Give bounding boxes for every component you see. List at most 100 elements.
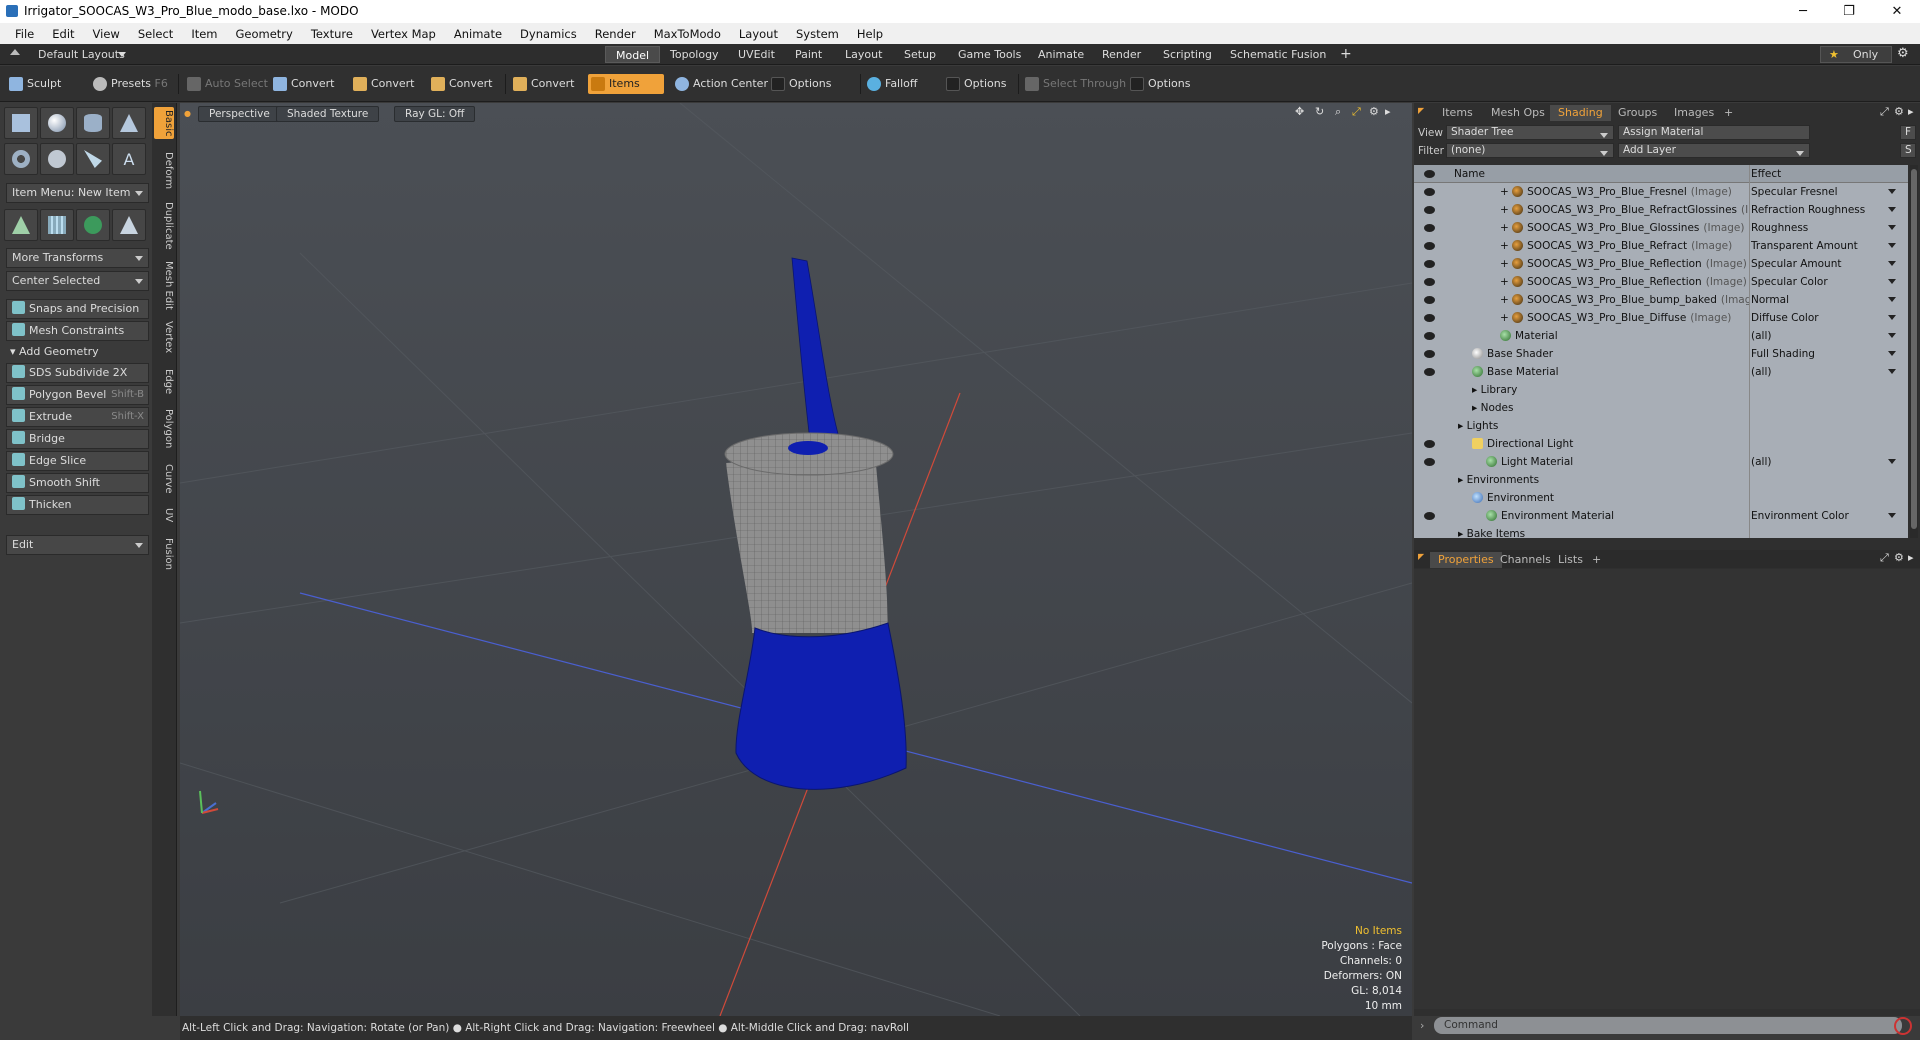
add-geometry-header[interactable]: ▾ Add Geometry (10, 345, 99, 358)
viewport-gear-icon[interactable]: ⚙ (1369, 105, 1379, 118)
sphere-icon[interactable] (40, 107, 74, 139)
tab-model[interactable]: Model (605, 46, 661, 63)
shader-tree-row[interactable]: + SOOCAS_W3_Pro_Blue_Glossines (Image) Rou… (1414, 219, 1908, 237)
panel-arrow-icon[interactable]: ▸ (1908, 105, 1914, 118)
options-button-3[interactable]: Options (1127, 74, 1198, 94)
menu-file[interactable]: File (6, 27, 43, 41)
tree-item-effect[interactable]: Normal (1751, 291, 1896, 309)
select-through-button[interactable]: Select Through (1022, 74, 1134, 94)
tree-item-name[interactable]: + SOOCAS_W3_Pro_Blue_Refract (Image) (1500, 237, 1749, 255)
thicken-button[interactable]: Thicken (6, 495, 149, 515)
tree-item-name[interactable]: ▸ Library (1472, 381, 1749, 399)
pen-icon[interactable] (76, 143, 110, 175)
cylinder-icon[interactable] (76, 107, 110, 139)
presets-button[interactable]: Presets F6 (90, 74, 176, 94)
minimize-button[interactable]: ─ (1780, 0, 1826, 23)
extrude-button[interactable]: Extrude Shift-X (6, 407, 149, 427)
menu-layout[interactable]: Layout (730, 27, 787, 41)
expand-arrow-icon[interactable]: ▸ (1458, 528, 1467, 538)
menu-system[interactable]: System (787, 27, 848, 41)
visibility-eye-icon[interactable] (1424, 332, 1435, 340)
tab-topology[interactable]: Topology (660, 46, 729, 63)
tree-item-name[interactable]: ▸ Bake Items (1458, 525, 1749, 538)
tree-item-name[interactable]: ▸ Environments (1458, 471, 1749, 489)
record-icon[interactable] (1894, 1017, 1912, 1035)
menu-item[interactable]: Item (182, 27, 226, 41)
text-icon[interactable]: A (112, 143, 146, 175)
menu-geometry[interactable]: Geometry (227, 27, 302, 41)
tree-item-name[interactable]: + SOOCAS_W3_Pro_Blue_RefractGlossines (I … (1500, 201, 1749, 219)
pyramid-icon[interactable] (112, 209, 146, 241)
tree-item-effect[interactable]: (all) (1751, 453, 1896, 471)
tree-item-effect[interactable]: Environment Color (1751, 507, 1896, 525)
expand-arrow-icon[interactable]: ▸ (1472, 384, 1481, 396)
vtab-duplicate[interactable]: Duplicate (154, 199, 174, 253)
convert-edge-button[interactable]: Convert (350, 74, 423, 94)
smooth-shift-button[interactable]: Smooth Shift (6, 473, 149, 493)
shader-tree-row[interactable]: + SOOCAS_W3_Pro_Blue_Fresnel (Image) Specu… (1414, 183, 1908, 201)
tree-item-name[interactable]: ▸ Lights (1458, 417, 1749, 435)
tab-uvedit[interactable]: UVEdit (728, 46, 785, 63)
tree-item-name[interactable]: Environment Material (1486, 507, 1749, 525)
tree-item-effect[interactable]: Diffuse Color (1751, 309, 1896, 327)
shader-tree[interactable]: Name Effect + SOOCAS_W3_Pro_Blue_Fresnel… (1414, 165, 1908, 538)
expand-plus-icon[interactable]: + (1500, 276, 1512, 288)
menu-select[interactable]: Select (129, 27, 182, 41)
visibility-eye-icon[interactable] (1424, 512, 1435, 520)
action-center-button[interactable]: Action Center (672, 74, 776, 94)
capsule-icon[interactable] (40, 143, 74, 175)
panel-gear-icon[interactable]: ⚙ (1894, 105, 1904, 118)
tree-item-effect[interactable]: (all) (1751, 363, 1896, 381)
vtab-deform[interactable]: Deform (154, 149, 174, 192)
maximize-icon[interactable]: ⤢ (1352, 105, 1361, 119)
panel-menu-icon[interactable]: ◤ (1418, 106, 1424, 115)
shader-tree-row[interactable]: + SOOCAS_W3_Pro_Blue_Reflection (Image) Sp… (1414, 273, 1908, 291)
menu-view[interactable]: View (84, 27, 129, 41)
viewport-menu-dot[interactable]: ● (184, 109, 191, 118)
rotate-icon[interactable]: ↻ (1315, 105, 1324, 118)
menu-render[interactable]: Render (586, 27, 645, 41)
tab-images[interactable]: Images (1666, 105, 1722, 121)
item-menu-dropdown[interactable]: Item Menu: New Item (6, 183, 149, 203)
visibility-eye-icon[interactable] (1424, 224, 1435, 232)
shader-tree-row[interactable]: + SOOCAS_W3_Pro_Blue_Reflection(Image) (… (1414, 255, 1908, 273)
vtab-uv[interactable]: UV (154, 505, 174, 525)
tab-shading[interactable]: Shading (1550, 105, 1611, 121)
visibility-eye-icon[interactable] (1424, 242, 1435, 250)
tree-item-effect[interactable]: Specular Amount (1751, 255, 1896, 273)
f-button[interactable]: F (1900, 125, 1916, 140)
auto-select-button[interactable]: Auto Select (184, 74, 276, 94)
shader-tree-row[interactable]: Base Shader Full Shading (1414, 345, 1908, 363)
visibility-eye-icon[interactable] (1424, 458, 1435, 466)
column-effect[interactable]: Effect (1751, 165, 1896, 183)
tab-animate[interactable]: Animate (1028, 46, 1094, 63)
expand-plus-icon[interactable]: + (1500, 204, 1512, 216)
tree-item-effect[interactable]: Transparent Amount (1751, 237, 1896, 255)
convert-polygon-button[interactable]: Convert (428, 74, 501, 94)
tree-item-effect[interactable]: (all) (1751, 327, 1896, 345)
options-button-1[interactable]: Options (768, 74, 839, 94)
tab-schematic-fusion[interactable]: Schematic Fusion (1220, 46, 1336, 63)
visibility-eye-icon[interactable] (1424, 440, 1435, 448)
expand-plus-icon[interactable]: + (1500, 186, 1512, 198)
tree-item-name[interactable]: + SOOCAS_W3_Pro_Blue_Glossines (Image) (1500, 219, 1749, 237)
expand-arrow-icon[interactable]: ▸ (1458, 474, 1467, 486)
snaps-precision-button[interactable]: Snaps and Precision (6, 299, 149, 319)
sds-subdivide-button[interactable]: SDS Subdivide 2X (6, 363, 149, 383)
visibility-eye-icon[interactable] (1424, 350, 1435, 358)
visibility-eye-icon[interactable] (1424, 206, 1435, 214)
tab-mesh-ops[interactable]: Mesh Ops (1483, 105, 1553, 121)
restore-button[interactable]: ❐ (1826, 0, 1872, 23)
shader-tree-row[interactable]: ▸ Bake Items (1414, 525, 1908, 538)
gear-icon[interactable]: ⚙ (1897, 46, 1909, 61)
more-transforms-dropdown[interactable]: More Transforms (6, 248, 149, 268)
visibility-eye-icon[interactable] (1424, 278, 1435, 286)
center-selected-dropdown[interactable]: Center Selected (6, 271, 149, 291)
mesh-constraints-button[interactable]: Mesh Constraints (6, 321, 149, 341)
properties-arrow-icon[interactable]: ▸ (1908, 551, 1914, 564)
zoom-icon[interactable]: ⌕ (1335, 105, 1341, 119)
raygl-button[interactable]: Ray GL: Off (394, 106, 476, 122)
vtab-fusion[interactable]: Fusion (154, 535, 174, 573)
tree-scrollbar[interactable] (1910, 165, 1918, 538)
s-button[interactable]: S (1900, 143, 1916, 158)
